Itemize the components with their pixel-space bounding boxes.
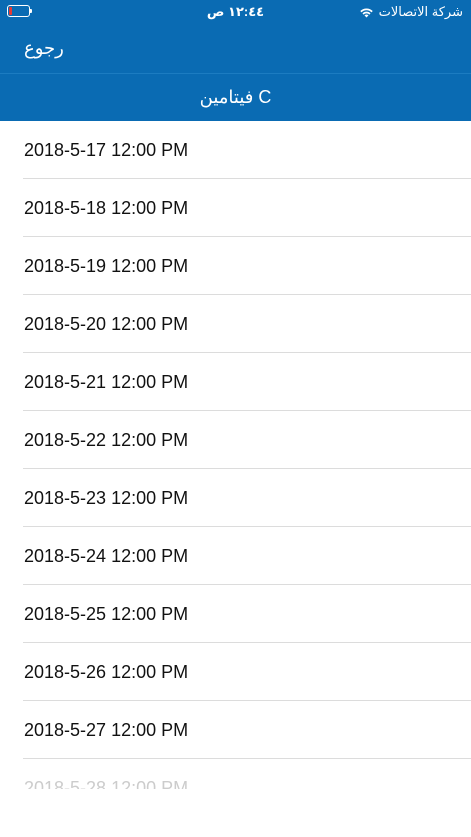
page-title: فيتامين C bbox=[199, 87, 272, 107]
date-list: 2018-5-17 12:00 PM 2018-5-18 12:00 PM 20… bbox=[0, 121, 471, 789]
list-item-date: 2018-5-20 12:00 PM bbox=[24, 314, 189, 334]
list-item[interactable]: 2018-5-26 12:00 PM bbox=[0, 643, 471, 701]
list-item[interactable]: 2018-5-23 12:00 PM bbox=[0, 469, 471, 527]
list-item-date: 2018-5-18 12:00 PM bbox=[24, 198, 189, 218]
list-item-date: 2018-5-28 12:00 PM bbox=[24, 778, 189, 789]
back-button[interactable]: رجوع bbox=[24, 38, 64, 59]
navigation-bar: رجوع bbox=[0, 24, 471, 74]
list-item[interactable]: 2018-5-27 12:00 PM bbox=[0, 701, 471, 759]
list-item[interactable]: 2018-5-20 12:00 PM bbox=[0, 295, 471, 353]
list-item-date: 2018-5-21 12:00 PM bbox=[24, 372, 189, 392]
list-item[interactable]: 2018-5-18 12:00 PM bbox=[0, 179, 471, 237]
list-item-date: 2018-5-19 12:00 PM bbox=[24, 256, 189, 276]
list-item[interactable]: 2018-5-19 12:00 PM bbox=[0, 237, 471, 295]
list-item-date: 2018-5-27 12:00 PM bbox=[24, 720, 189, 740]
wifi-icon bbox=[359, 7, 373, 18]
status-bar: ١٢:٤٤ ص شركة الاتصالات bbox=[0, 0, 471, 24]
list-item[interactable]: 2018-5-21 12:00 PM bbox=[0, 353, 471, 411]
list-item[interactable]: 2018-5-17 12:00 PM bbox=[0, 121, 471, 179]
list-item-date: 2018-5-23 12:00 PM bbox=[24, 488, 189, 508]
list-item-date: 2018-5-22 12:00 PM bbox=[24, 430, 189, 450]
list-item[interactable]: 2018-5-25 12:00 PM bbox=[0, 585, 471, 643]
app-screen: ١٢:٤٤ ص شركة الاتصالات رجوع فيتامين C 20… bbox=[0, 0, 471, 837]
list-item-date: 2018-5-25 12:00 PM bbox=[24, 604, 189, 624]
list-item-date: 2018-5-24 12:00 PM bbox=[24, 546, 189, 566]
list-item[interactable]: 2018-5-28 12:00 PM bbox=[0, 759, 471, 789]
list-item[interactable]: 2018-5-24 12:00 PM bbox=[0, 527, 471, 585]
title-bar: فيتامين C bbox=[0, 74, 471, 121]
list-item-date: 2018-5-17 12:00 PM bbox=[24, 140, 189, 160]
list-item-date: 2018-5-26 12:00 PM bbox=[24, 662, 189, 682]
carrier-info: شركة الاتصالات bbox=[359, 4, 463, 20]
carrier-name: شركة الاتصالات bbox=[378, 4, 463, 19]
list-item[interactable]: 2018-5-22 12:00 PM bbox=[0, 411, 471, 469]
